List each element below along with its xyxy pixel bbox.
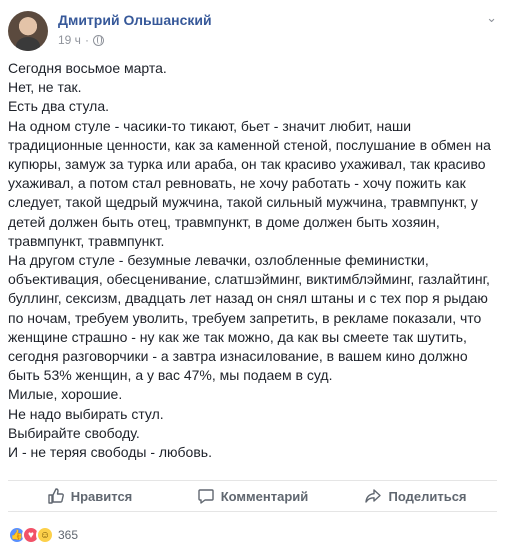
post-header: Дмитрий Ольшанский 19 ч · ⌄ (8, 8, 497, 56)
paragraph: Не надо выбирать стул. (8, 405, 164, 422)
meta-separator: · (84, 33, 89, 47)
share-button[interactable]: Поделиться (334, 481, 497, 511)
comment-button[interactable]: Комментарий (171, 481, 334, 511)
haha-icon: ☺ (36, 526, 54, 544)
paragraph: На другом стуле - безумные левачки, озло… (8, 252, 490, 384)
author-name[interactable]: Дмитрий Ольшанский (58, 12, 212, 28)
paragraph: На одном стуле - часики-то тикают, бьет … (8, 117, 491, 249)
paragraph: И - не теряя свободы - любовь. (8, 444, 212, 461)
paragraph: Милые, хорошие. (8, 386, 123, 403)
reactions-count[interactable]: 365 (58, 528, 78, 542)
comment-icon (198, 489, 214, 504)
facebook-post: Дмитрий Ольшанский 19 ч · ⌄ Сегодня вось… (0, 0, 505, 554)
paragraph: Нет, не так. (8, 79, 82, 96)
paragraph: Выбирайте свободу. (8, 424, 140, 441)
paragraph: Есть два стула. (8, 98, 110, 115)
share-label: Поделиться (388, 488, 467, 504)
like-button[interactable]: Нравится (8, 481, 171, 511)
reactions-summary[interactable]: 👍 ♥ ☺ 365 (8, 526, 78, 544)
post-meta: 19 ч · (58, 33, 104, 47)
avatar[interactable] (8, 11, 48, 51)
comment-label: Комментарий (220, 488, 309, 504)
globe-icon[interactable] (92, 34, 104, 46)
share-icon (365, 489, 382, 503)
chevron-down-icon[interactable]: ⌄ (486, 10, 497, 26)
action-bar: Нравится Комментарий Поделиться (8, 480, 497, 512)
like-label: Нравится (70, 488, 133, 504)
post-text: Сегодня восьмое марта. Нет, не так. Есть… (8, 59, 495, 462)
post-time[interactable]: 19 ч (58, 33, 81, 47)
thumbs-up-icon (48, 488, 64, 504)
paragraph: Сегодня восьмое марта. (8, 60, 167, 76)
